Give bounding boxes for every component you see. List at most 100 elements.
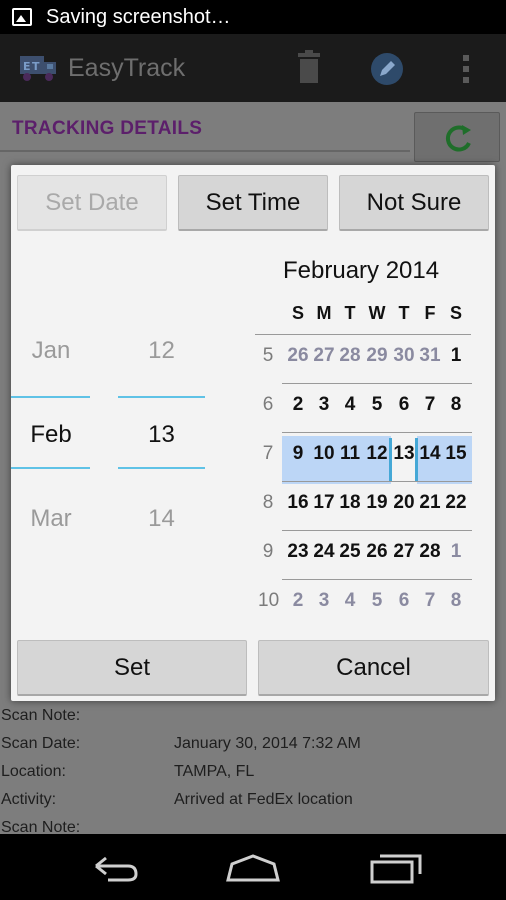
- calendar-day[interactable]: 18: [337, 492, 363, 514]
- app-title: EasyTrack: [68, 53, 186, 82]
- calendar-day[interactable]: 11: [337, 443, 363, 465]
- calendar-day[interactable]: 6: [391, 394, 417, 416]
- cancel-button[interactable]: Cancel: [258, 640, 489, 696]
- calendar-day[interactable]: 31: [417, 345, 443, 367]
- calendar-day[interactable]: 27: [391, 541, 417, 563]
- day-selected[interactable]: 13: [118, 421, 205, 449]
- calendar-day[interactable]: 8: [443, 590, 469, 612]
- calendar-day[interactable]: 30: [391, 345, 417, 367]
- calendar-day[interactable]: 15: [443, 443, 469, 465]
- refresh-icon: [445, 125, 471, 152]
- scan-label: Activity:: [1, 791, 57, 808]
- calendar-day[interactable]: 16: [285, 492, 311, 514]
- week-number: 6: [262, 394, 274, 415]
- not-sure-button[interactable]: Not Sure: [339, 175, 489, 231]
- week-divider: [282, 579, 472, 580]
- week-divider: [282, 432, 472, 433]
- scan-row: Location: TAMPA, FL: [0, 758, 506, 786]
- calendar-day[interactable]: 2: [285, 394, 311, 416]
- calendar-day[interactable]: 24: [311, 541, 337, 563]
- scan-label: Scan Date:: [1, 735, 81, 752]
- calendar-day[interactable]: 28: [337, 345, 363, 367]
- set-date-button[interactable]: Set Date: [17, 175, 167, 231]
- calendar-day[interactable]: 5: [364, 394, 390, 416]
- calendar-day[interactable]: 10: [311, 443, 337, 465]
- edit-pencil-icon[interactable]: [370, 52, 404, 91]
- home-icon[interactable]: [218, 844, 288, 890]
- scan-value: TAMPA, FL: [174, 763, 255, 780]
- weekday-header: W: [368, 303, 386, 323]
- calendar-day[interactable]: 21: [417, 492, 443, 514]
- tracking-details-header: TRACKING DETAILS: [12, 118, 203, 139]
- set-button[interactable]: Set: [17, 640, 247, 696]
- weekday-divider: [255, 334, 471, 335]
- status-bar: Saving screenshot…: [0, 0, 506, 34]
- weekday-header: F: [424, 303, 436, 323]
- image-notification-icon: [12, 8, 32, 26]
- calendar-day[interactable]: 4: [337, 394, 363, 416]
- month-next[interactable]: Mar: [11, 505, 91, 533]
- week-number: 9: [262, 541, 274, 562]
- overflow-menu-icon[interactable]: [462, 54, 470, 89]
- calendar-day[interactable]: 7: [417, 394, 443, 416]
- calendar-day[interactable]: 20: [391, 492, 417, 514]
- month-spinner[interactable]: Jan Feb Mar: [11, 305, 91, 545]
- scan-row: Scan Note:: [0, 702, 506, 730]
- week-number: 7: [262, 443, 274, 464]
- calendar-day[interactable]: 6: [391, 590, 417, 612]
- calendar-day[interactable]: 3: [311, 590, 337, 612]
- calendar-day[interactable]: 1: [443, 345, 469, 367]
- scan-value: January 30, 2014 7:32 AM: [174, 735, 361, 752]
- calendar-day[interactable]: 5: [364, 590, 390, 612]
- status-notification-text: Saving screenshot…: [46, 5, 231, 28]
- calendar-day[interactable]: 4: [337, 590, 363, 612]
- calendar-day[interactable]: 3: [311, 394, 337, 416]
- calendar-day[interactable]: 13: [391, 443, 417, 465]
- week-number: 10: [258, 590, 280, 611]
- scan-label: Scan Note:: [1, 707, 81, 724]
- calendar-day[interactable]: 8: [443, 394, 469, 416]
- month-selected[interactable]: Feb: [11, 421, 91, 449]
- scan-value: Arrived at FedEx location: [174, 791, 353, 808]
- calendar-day[interactable]: 12: [364, 443, 390, 465]
- day-selector-bottom-line: [118, 467, 205, 469]
- calendar-day[interactable]: 25: [337, 541, 363, 563]
- weekday-header: S: [449, 303, 462, 323]
- header-divider: [0, 150, 410, 152]
- week-number: 5: [262, 345, 274, 366]
- month-selector-bottom-line: [11, 467, 90, 469]
- refresh-button[interactable]: [414, 112, 500, 162]
- calendar-day[interactable]: 28: [417, 541, 443, 563]
- recent-apps-icon[interactable]: [362, 844, 432, 890]
- calendar-day[interactable]: 23: [285, 541, 311, 563]
- scan-row: Scan Date: January 30, 2014 7:32 AM: [0, 730, 506, 758]
- week-divider: [282, 530, 472, 531]
- calendar-day[interactable]: 29: [364, 345, 390, 367]
- month-prev[interactable]: Jan: [11, 337, 91, 365]
- svg-text:T: T: [32, 60, 40, 73]
- navigation-bar: [0, 834, 506, 900]
- calendar-day[interactable]: 9: [285, 443, 311, 465]
- set-time-button[interactable]: Set Time: [178, 175, 328, 231]
- calendar-day[interactable]: 19: [364, 492, 390, 514]
- calendar-day[interactable]: 1: [443, 541, 469, 563]
- scan-row: Activity: Arrived at FedEx location: [0, 786, 506, 814]
- calendar-day[interactable]: 2: [285, 590, 311, 612]
- month-selector-top-line: [11, 396, 90, 398]
- trash-icon[interactable]: [296, 50, 322, 89]
- calendar-day[interactable]: 27: [311, 345, 337, 367]
- day-spinner[interactable]: 12 13 14: [118, 305, 205, 545]
- calendar-day[interactable]: 22: [443, 492, 469, 514]
- day-next[interactable]: 14: [118, 505, 205, 533]
- calendar-day[interactable]: 26: [285, 345, 311, 367]
- week-divider: [282, 383, 472, 384]
- calendar-day[interactable]: 7: [417, 590, 443, 612]
- day-prev[interactable]: 12: [118, 337, 205, 365]
- calendar-day[interactable]: 17: [311, 492, 337, 514]
- weekday-header: M: [316, 303, 332, 323]
- calendar-day[interactable]: 14: [417, 443, 443, 465]
- scan-history-list: Scan Note: Scan Date: January 30, 2014 7…: [0, 702, 506, 842]
- back-icon[interactable]: [78, 844, 148, 890]
- calendar-day[interactable]: 26: [364, 541, 390, 563]
- weekday-header: S: [291, 303, 304, 323]
